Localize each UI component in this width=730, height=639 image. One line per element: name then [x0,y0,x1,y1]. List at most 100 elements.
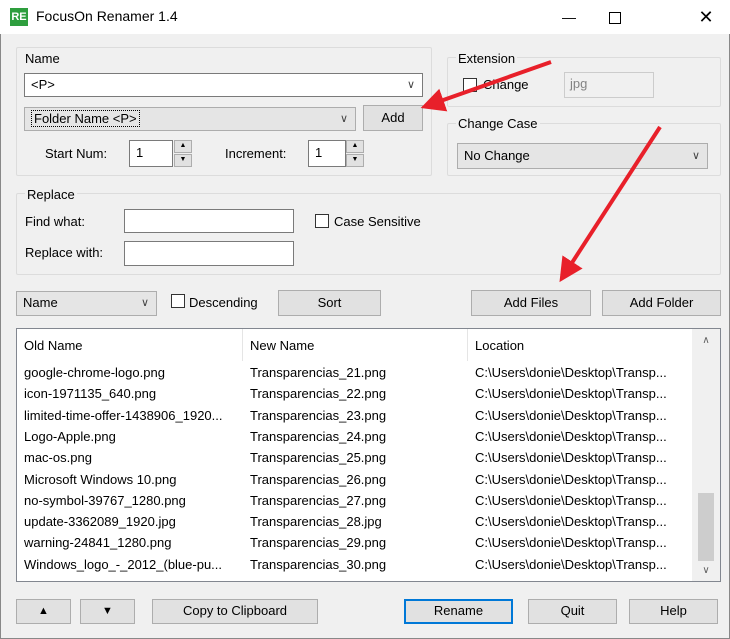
quit-button[interactable]: Quit [528,599,617,624]
location-cell: C:\Users\donie\Desktop\Transp... [475,428,667,444]
maximize-icon[interactable] [592,0,638,34]
new-name-cell: Transparencias_28.jpg [250,514,382,530]
location-cell: C:\Users\donie\Desktop\Transp... [475,407,667,423]
change-extension-label: Change [483,77,529,92]
new-name-cell: Transparencias_25.png [250,450,387,466]
title-bar[interactable]: RE FocusOn Renamer 1.4 — ✕ [0,0,730,34]
old-name-cell: Windows_logo_-_2012_(blue-pu... [24,556,223,572]
chevron-down-icon[interactable]: ∨ [404,74,418,96]
sort-button[interactable]: Sort [278,290,381,316]
replace-group-label: Replace [25,187,77,202]
change-extension-checkbox[interactable] [463,78,477,92]
sort-by-select[interactable]: Name ∨ [16,291,157,316]
replace-with-input[interactable] [124,241,294,266]
chevron-down-icon[interactable]: ∨ [337,108,351,130]
increment-input[interactable]: 1 [308,140,346,167]
name-group-label: Name [25,51,60,66]
help-button[interactable]: Help [629,599,718,624]
app-logo-icon: RE [10,8,28,26]
add-files-button[interactable]: Add Files [471,290,591,316]
copy-to-clipboard-button[interactable]: Copy to Clipboard [152,599,318,624]
new-name-cell: Transparencias_24.png [250,428,387,444]
old-name-cell: limited-time-offer-1438906_1920... [24,407,223,423]
table-row[interactable]: warning-24841_1280.png Transparencias_29.… [17,532,693,553]
descending-checkbox[interactable] [171,294,185,308]
location-cell: C:\Users\donie\Desktop\Transp... [475,386,667,402]
file-list-header: Old Name New Name Location [17,329,693,361]
location-cell: C:\Users\donie\Desktop\Transp... [475,535,667,551]
scroll-up-icon[interactable]: ∧ [692,331,720,351]
increment-label: Increment: [225,146,287,161]
extension-input[interactable]: jpg [564,72,654,98]
file-list[interactable]: Old Name New Name Location google-chrome… [16,328,721,582]
rename-button[interactable]: Rename [404,599,513,624]
change-case-group-label: Change Case [456,116,540,131]
table-row[interactable]: icon-1971135_640.png Transparencias_22.pn… [17,383,693,404]
table-row[interactable]: limited-time-offer-1438906_1920... Transp… [17,405,693,426]
spin-down-icon[interactable]: ▼ [346,154,364,167]
token-select-value: Folder Name <P> [31,110,140,127]
table-row[interactable]: Logo-Apple.png Transparencias_24.png C:\Us… [17,426,693,447]
move-up-button[interactable]: ▲ [16,599,71,624]
table-row[interactable]: no-symbol-39767_1280.png Transparencias_2… [17,490,693,511]
column-old-name[interactable]: Old Name [17,329,243,361]
table-row[interactable]: google-chrome-logo.png Transparencias_21.… [17,362,693,383]
location-cell: C:\Users\donie\Desktop\Transp... [475,514,667,530]
spin-down-icon[interactable]: ▼ [174,154,192,167]
old-name-cell: icon-1971135_640.png [24,386,157,402]
replace-with-label: Replace with: [25,245,104,260]
old-name-cell: no-symbol-39767_1280.png [24,492,186,508]
old-name-cell: update-3362089_1920.jpg [24,514,176,530]
location-cell: C:\Users\donie\Desktop\Transp... [475,365,667,380]
table-row[interactable]: mac-os.png Transparencias_25.png C:\Users\… [17,447,693,468]
find-what-input[interactable] [124,209,294,233]
file-list-scrollbar[interactable]: ∧ ∨ [692,329,720,581]
new-name-cell: Transparencias_22.png [250,386,387,402]
change-case-select[interactable]: No Change ∨ [457,143,708,169]
case-sensitive-label: Case Sensitive [334,214,421,229]
location-cell: C:\Users\donie\Desktop\Transp... [475,556,667,572]
chevron-down-icon[interactable]: ∨ [689,144,703,168]
old-name-cell: mac-os.png [24,450,92,466]
extension-group-label: Extension [456,51,518,66]
location-cell: C:\Users\donie\Desktop\Transp... [475,492,667,508]
old-name-cell: warning-24841_1280.png [24,535,172,551]
start-num-spinner[interactable]: ▲ ▼ [174,140,192,167]
table-row[interactable]: Windows_logo_-_2012_(blue-pu... Transpare… [17,554,693,575]
minimize-icon[interactable]: — [546,0,592,34]
column-new-name[interactable]: New Name [243,329,468,361]
spin-up-icon[interactable]: ▲ [346,140,364,153]
spin-up-icon[interactable]: ▲ [174,140,192,153]
close-icon[interactable]: ✕ [683,0,729,34]
old-name-cell: Logo-Apple.png [24,428,116,444]
column-location[interactable]: Location [468,329,693,361]
increment-spinner[interactable]: ▲ ▼ [346,140,364,167]
location-cell: C:\Users\donie\Desktop\Transp... [475,450,667,466]
change-case-value: No Change [464,148,530,163]
scroll-down-icon[interactable]: ∨ [692,561,720,581]
old-name-cell: google-chrome-logo.png [24,365,165,380]
add-token-button[interactable]: Add [363,105,423,131]
token-select[interactable]: Folder Name <P> ∨ [24,107,356,131]
start-num-label: Start Num: [45,146,108,161]
new-name-cell: Transparencias_29.png [250,535,387,551]
case-sensitive-checkbox[interactable] [315,214,329,228]
table-row[interactable]: update-3362089_1920.jpg Transparencias_28… [17,511,693,532]
new-name-cell: Transparencias_26.png [250,471,387,487]
move-down-button[interactable]: ▼ [80,599,135,624]
table-row[interactable]: Microsoft Windows 10.png Transparencias_2… [17,469,693,490]
window-title: FocusOn Renamer 1.4 [36,8,178,24]
new-name-cell: Transparencias_23.png [250,407,387,423]
name-pattern-value: <P> [31,77,55,92]
old-name-cell: Microsoft Windows 10.png [24,471,177,487]
new-name-cell: Transparencias_21.png [250,365,387,380]
new-name-cell: Transparencias_30.png [250,556,387,572]
chevron-down-icon[interactable]: ∨ [138,292,152,314]
start-num-input[interactable]: 1 [129,140,173,167]
find-what-label: Find what: [25,214,85,229]
name-pattern-combo[interactable]: <P> ∨ [24,73,423,97]
new-name-cell: Transparencias_27.png [250,492,387,508]
scrollbar-thumb[interactable] [698,493,714,561]
add-folder-button[interactable]: Add Folder [602,290,721,316]
replace-group [16,193,721,275]
